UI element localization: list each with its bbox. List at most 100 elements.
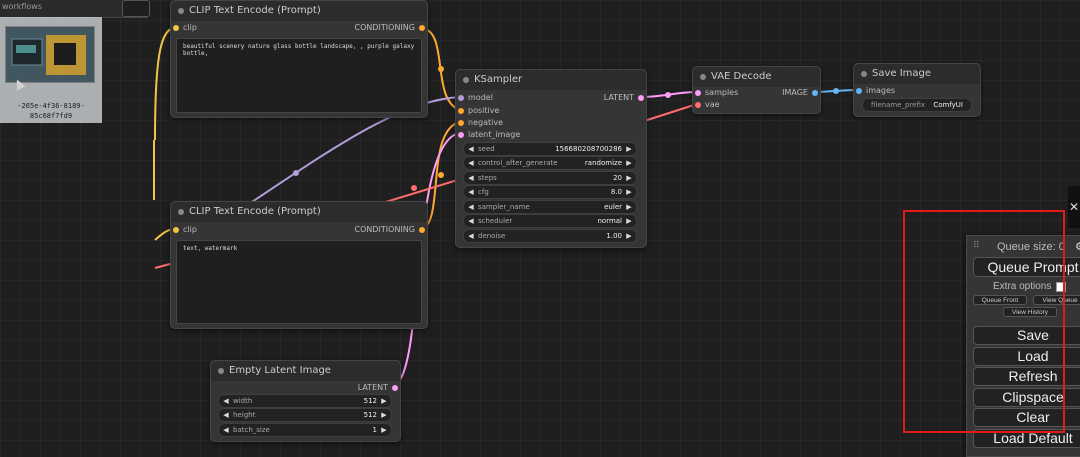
slot-label: clip xyxy=(183,225,197,234)
workflow-thumbnail-image xyxy=(5,26,95,83)
widget-label: seed xyxy=(478,145,495,153)
increment-arrow-icon[interactable]: ▶ xyxy=(624,230,634,242)
latent-output-slot[interactable]: LATENT xyxy=(358,382,400,394)
height-widget[interactable]: ◀ height 512 ▶ xyxy=(218,408,392,422)
widget-label: denoise xyxy=(478,232,506,240)
positive-prompt-textarea[interactable]: beautiful scenery nature glass bottle la… xyxy=(176,38,422,113)
positive-input-slot[interactable]: positive xyxy=(456,105,499,117)
node-title-bar[interactable]: VAE Decode xyxy=(693,67,820,87)
slot-label: LATENT xyxy=(603,93,634,102)
increment-arrow-icon[interactable]: ▶ xyxy=(624,201,634,213)
widget-value: 20 xyxy=(613,174,622,182)
widget-value: ComfyUI xyxy=(933,101,963,109)
widget-value: 512 xyxy=(363,411,377,419)
latent-image-input-slot[interactable]: latent_image xyxy=(456,129,520,141)
decrement-arrow-icon[interactable]: ◀ xyxy=(466,172,476,184)
slot-label: positive xyxy=(468,106,500,115)
clip-text-encode-positive-node[interactable]: CLIP Text Encode (Prompt) clip CONDITION… xyxy=(170,0,428,118)
slot-label: samples xyxy=(705,88,739,97)
slot-label: model xyxy=(468,93,493,102)
filename-prefix-widget[interactable]: filename_prefix ComfyUI xyxy=(862,98,972,112)
widget-value: 1.00 xyxy=(606,232,622,240)
widget-label: control_after_generate xyxy=(478,159,558,167)
decrement-arrow-icon[interactable]: ◀ xyxy=(221,395,231,407)
seed-widget[interactable]: ◀ seed 156680208700286 ▶ xyxy=(463,142,637,156)
decrement-arrow-icon[interactable]: ◀ xyxy=(466,215,476,227)
scheduler-widget[interactable]: ◀ scheduler normal ▶ xyxy=(463,214,637,228)
widget-value: randomize xyxy=(584,159,622,167)
node-title-bar[interactable]: Save Image xyxy=(854,64,980,84)
control-after-generate-widget[interactable]: ◀ control_after_generate randomize ▶ xyxy=(463,156,637,170)
increment-arrow-icon[interactable]: ▶ xyxy=(379,395,389,407)
increment-arrow-icon[interactable]: ▶ xyxy=(624,172,634,184)
vae-decode-node[interactable]: VAE Decode samples vae IMAGE xyxy=(692,66,821,114)
widget-value: 1 xyxy=(372,426,377,434)
slot-label: CONDITIONING xyxy=(354,23,415,32)
decrement-arrow-icon[interactable]: ◀ xyxy=(466,201,476,213)
model-input-slot[interactable]: model xyxy=(456,92,493,104)
width-widget[interactable]: ◀ width 512 ▶ xyxy=(218,394,392,408)
close-panel-icon[interactable]: ✕ xyxy=(1068,186,1080,228)
node-title-bar[interactable]: CLIP Text Encode (Prompt) xyxy=(171,202,427,222)
ksampler-node[interactable]: KSampler model positive negative latent_… xyxy=(455,69,647,248)
node-title: CLIP Text Encode (Prompt) xyxy=(189,5,321,16)
widget-value: euler xyxy=(604,203,622,211)
vae-input-slot[interactable]: vae xyxy=(693,99,720,111)
workflows-panel-header: workflows xyxy=(0,0,150,18)
widget-label: height xyxy=(233,411,256,419)
gear-icon[interactable]: ⚙ xyxy=(1075,240,1080,253)
samples-input-slot[interactable]: samples xyxy=(693,87,738,99)
widget-value: 512 xyxy=(363,397,377,405)
steps-widget[interactable]: ◀ steps 20 ▶ xyxy=(463,171,637,185)
images-input-slot[interactable]: images xyxy=(854,85,895,97)
decrement-arrow-icon[interactable]: ◀ xyxy=(466,143,476,155)
decrement-arrow-icon[interactable]: ◀ xyxy=(466,230,476,242)
node-title: KSampler xyxy=(474,74,523,85)
negative-input-slot[interactable]: negative xyxy=(456,117,503,129)
clip-text-encode-negative-node[interactable]: CLIP Text Encode (Prompt) clip CONDITION… xyxy=(170,201,428,329)
decrement-arrow-icon[interactable]: ◀ xyxy=(466,157,476,169)
slot-label: IMAGE xyxy=(782,88,808,97)
save-image-node[interactable]: Save Image images filename_prefix ComfyU… xyxy=(853,63,981,117)
increment-arrow-icon[interactable]: ▶ xyxy=(379,409,389,421)
widget-value: 8.0 xyxy=(610,188,622,196)
workflow-thumbnail-card[interactable]: -265e-4f36-8189-85c68f7fd9 38 xyxy=(0,17,102,130)
node-title: CLIP Text Encode (Prompt) xyxy=(189,206,321,217)
node-title-bar[interactable]: Empty Latent Image xyxy=(211,361,400,381)
clip-input-slot[interactable]: clip xyxy=(171,224,197,236)
slot-label: CONDITIONING xyxy=(354,225,415,234)
denoise-widget[interactable]: ◀ denoise 1.00 ▶ xyxy=(463,229,637,243)
node-title-bar[interactable]: CLIP Text Encode (Prompt) xyxy=(171,1,427,21)
slot-label: vae xyxy=(705,100,720,109)
samples-wire xyxy=(639,91,698,98)
widget-label: cfg xyxy=(478,188,489,196)
widget-label: sampler_name xyxy=(478,203,530,211)
increment-arrow-icon[interactable]: ▶ xyxy=(624,215,634,227)
workflows-button[interactable] xyxy=(122,0,150,17)
slot-label: clip xyxy=(183,23,197,32)
conditioning-output-slot[interactable]: CONDITIONING xyxy=(355,22,427,34)
increment-arrow-icon[interactable]: ▶ xyxy=(624,143,634,155)
empty-latent-image-node[interactable]: Empty Latent Image LATENT ◀ width 512 ▶ ◀ he… xyxy=(210,360,401,442)
conditioning-output-slot[interactable]: CONDITIONING xyxy=(355,224,427,236)
widget-label: batch_size xyxy=(233,426,270,434)
clip-input-slot[interactable]: clip xyxy=(171,22,197,34)
batch-size-widget[interactable]: ◀ batch_size 1 ▶ xyxy=(218,423,392,437)
negative-prompt-textarea[interactable]: text, watermark xyxy=(176,240,422,324)
cfg-widget[interactable]: ◀ cfg 8.0 ▶ xyxy=(463,185,637,199)
node-title-bar[interactable]: KSampler xyxy=(456,70,646,90)
node-title: Save Image xyxy=(872,68,932,79)
increment-arrow-icon[interactable]: ▶ xyxy=(379,424,389,436)
slot-label: negative xyxy=(468,118,503,127)
image-output-slot[interactable]: IMAGE xyxy=(782,87,820,99)
slot-label: LATENT xyxy=(357,383,388,392)
increment-arrow-icon[interactable]: ▶ xyxy=(624,157,634,169)
latent-output-slot[interactable]: LATENT xyxy=(604,92,646,104)
sampler-name-widget[interactable]: ◀ sampler_name euler ▶ xyxy=(463,200,637,214)
decrement-arrow-icon[interactable]: ◀ xyxy=(221,409,231,421)
decrement-arrow-icon[interactable]: ◀ xyxy=(466,186,476,198)
decrement-arrow-icon[interactable]: ◀ xyxy=(221,424,231,436)
node-title: Empty Latent Image xyxy=(229,365,331,376)
widget-value: normal xyxy=(597,217,622,225)
increment-arrow-icon[interactable]: ▶ xyxy=(624,186,634,198)
